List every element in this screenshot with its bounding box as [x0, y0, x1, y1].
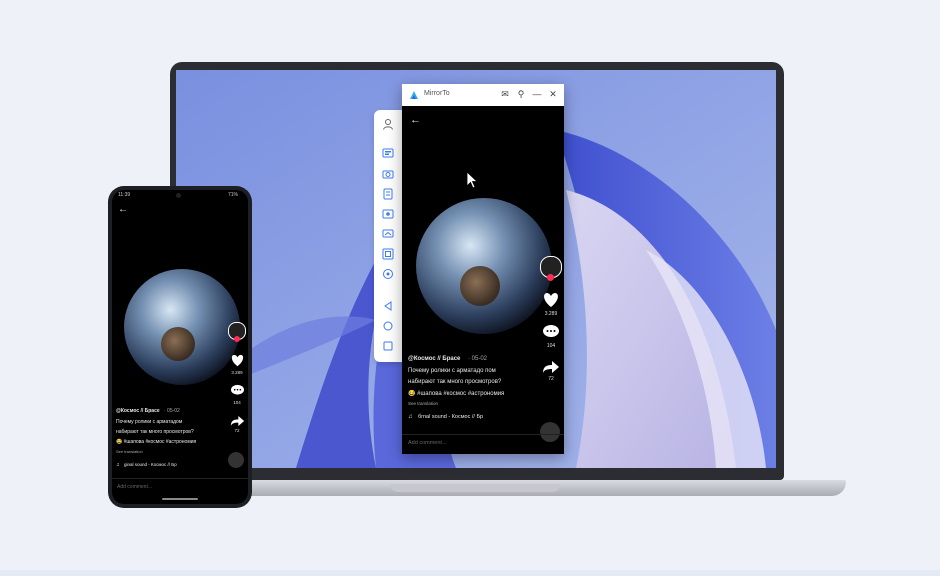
feedback-icon[interactable]: ✉	[500, 89, 510, 99]
share-icon[interactable]	[230, 415, 245, 427]
caption-line-1: Почему ролики с арматадом	[116, 419, 183, 425]
caption-hashtags[interactable]: 😂 #шапова #космос #астрономия	[408, 390, 504, 397]
follow-plus-icon[interactable]	[234, 336, 240, 342]
mirror-side-toolbar	[374, 110, 402, 362]
comment-input[interactable]: Add comment...	[117, 484, 152, 490]
post-date: · 05-02	[164, 408, 180, 414]
keyboard-icon[interactable]	[382, 188, 394, 200]
like-count: 3.289	[231, 370, 243, 375]
comment-count: 104	[233, 400, 241, 405]
music-note-icon: ♫	[408, 414, 413, 420]
caption-line-1: Почему ролики с арматадо пом	[408, 368, 496, 374]
recent-apps-icon[interactable]	[382, 340, 394, 352]
heart-icon[interactable]	[230, 354, 245, 367]
back-arrow-icon[interactable]: ←	[118, 204, 128, 215]
location-icon[interactable]	[382, 268, 394, 280]
caption-hashtags[interactable]: 😂 #шапова #космос #астрономия	[116, 439, 196, 445]
window-title: MirrorTo	[424, 90, 450, 97]
front-camera	[176, 193, 181, 198]
heart-icon[interactable]	[542, 292, 560, 308]
phone-screen: 11:39 71% ← 3.289 104 72 @Космос // Брас…	[112, 190, 248, 504]
divider	[402, 434, 564, 435]
laptop-hinge-notch	[390, 484, 560, 492]
mirrored-phone-screen[interactable]: ← 3.289 104 72 @Космос // Брасе · 05-02 …	[402, 106, 564, 454]
page-bottom-strip	[0, 570, 940, 576]
see-translation-link[interactable]: See translation	[116, 449, 143, 454]
music-track[interactable]: бrnal sound - Космос // Бр	[418, 414, 483, 420]
screen-record-icon[interactable]	[382, 148, 394, 160]
music-disc-icon[interactable]	[228, 452, 244, 468]
screenshot-icon[interactable]	[382, 168, 394, 180]
status-battery: 71%	[228, 192, 239, 198]
follow-plus-icon[interactable]	[547, 274, 554, 281]
comment-icon[interactable]	[230, 384, 245, 397]
music-track[interactable]: ginal sound - Космос // Бр	[124, 462, 177, 467]
like-count: 3.289	[544, 311, 558, 317]
comment-input[interactable]: Add comment...	[408, 440, 447, 446]
comment-count: 104	[546, 343, 556, 349]
caption-line-2: набирают так много просмотров?	[116, 429, 194, 435]
share-count: 72	[234, 428, 240, 433]
status-time: 11:39	[118, 192, 131, 198]
share-count: 72	[548, 376, 554, 382]
post-date: · 05-02	[468, 356, 488, 362]
window-titlebar[interactable]: MirrorTo ✉ ⚲ — ✕	[402, 84, 564, 106]
mirror-window: MirrorTo ✉ ⚲ — ✕ ← 3.289 104 72 @Космос …	[402, 84, 564, 454]
mouse-cursor-icon	[466, 171, 478, 189]
home-nav-icon[interactable]	[382, 320, 394, 332]
comment-icon[interactable]	[542, 324, 560, 340]
music-note-icon: ♫	[116, 462, 120, 468]
see-translation-link[interactable]: See translation	[408, 401, 438, 406]
author-handle[interactable]: @Космос // Брасе	[408, 356, 460, 362]
fullscreen-icon[interactable]	[382, 248, 394, 260]
close-button[interactable]: ✕	[548, 89, 558, 99]
user-icon[interactable]	[382, 118, 394, 130]
back-arrow-icon[interactable]: ←	[410, 114, 421, 126]
share-icon[interactable]	[542, 360, 560, 374]
video-record-icon[interactable]	[382, 208, 394, 220]
music-disc-icon[interactable]	[540, 422, 560, 442]
back-nav-icon[interactable]	[382, 300, 394, 312]
home-indicator[interactable]	[162, 498, 198, 500]
cast-icon[interactable]	[382, 228, 394, 240]
caption-line-2: набирают так много просмотров?	[408, 379, 502, 385]
app-logo-icon	[410, 91, 418, 99]
pin-icon[interactable]: ⚲	[516, 89, 526, 99]
divider	[112, 478, 248, 479]
minimize-button[interactable]: —	[532, 89, 542, 99]
author-handle[interactable]: @Космос // Брасе	[116, 408, 160, 414]
